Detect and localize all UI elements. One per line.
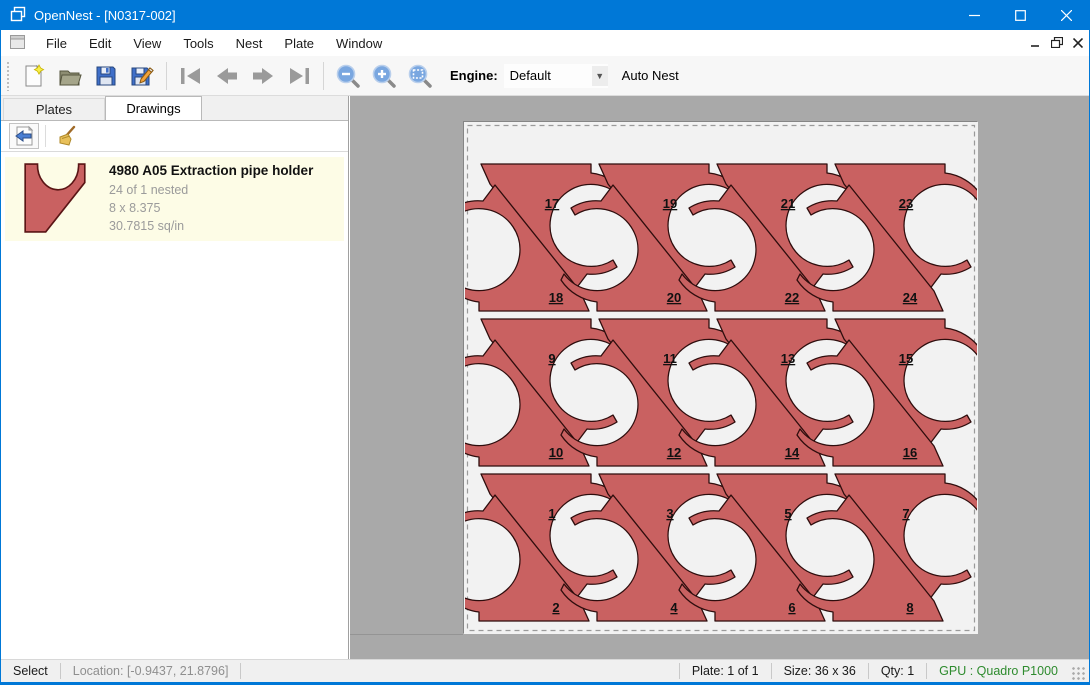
save-button[interactable] bbox=[88, 60, 124, 92]
save-as-button[interactable] bbox=[124, 60, 160, 92]
part-number-label: 19 bbox=[663, 196, 677, 211]
status-mode: Select bbox=[1, 664, 60, 678]
chevron-down-icon[interactable]: ▼ bbox=[592, 66, 608, 86]
part-area: 30.7815 sq/in bbox=[109, 217, 313, 235]
part-nested-count: 24 of 1 nested bbox=[109, 181, 313, 199]
plate-sheet[interactable]: 171819202122232491011121314151612345678 bbox=[463, 121, 977, 633]
mdi-minimize-button[interactable] bbox=[1031, 36, 1041, 51]
part-number-label: 15 bbox=[899, 351, 913, 366]
status-location: Location: [-0.9437, 21.8796] bbox=[61, 664, 241, 678]
maximize-button[interactable] bbox=[997, 0, 1043, 30]
part-thumbnail bbox=[17, 162, 95, 236]
part-number-label: 24 bbox=[903, 290, 918, 305]
side-panel: Plates Drawings bbox=[1, 96, 349, 659]
part-number-label: 13 bbox=[781, 351, 795, 366]
menu-nest[interactable]: Nest bbox=[225, 32, 274, 55]
part-number-label: 14 bbox=[785, 445, 800, 460]
part-number-label: 9 bbox=[548, 351, 555, 366]
part-number-label: 4 bbox=[670, 600, 678, 615]
part-number-label: 23 bbox=[899, 196, 913, 211]
first-plate-button[interactable] bbox=[173, 60, 209, 92]
drawings-panel: 4980 A05 Extraction pipe holder 24 of 1 … bbox=[1, 120, 348, 659]
app-window: OpenNest - [N0317-002] File Edit View To… bbox=[0, 0, 1090, 685]
menu-bar: File Edit View Tools Nest Plate Window bbox=[1, 30, 1089, 56]
app-icon bbox=[10, 6, 26, 25]
zoom-out-button[interactable] bbox=[330, 60, 366, 92]
drawings-toolbar bbox=[1, 121, 348, 152]
tab-drawings[interactable]: Drawings bbox=[105, 96, 202, 120]
part-number-label: 7 bbox=[902, 506, 909, 521]
menu-window[interactable]: Window bbox=[325, 32, 393, 55]
status-bar: Select Location: [-0.9437, 21.8796] Plat… bbox=[1, 659, 1089, 682]
part-size: 8 x 8.375 bbox=[109, 199, 313, 217]
auto-nest-button[interactable]: Auto Nest bbox=[622, 68, 679, 83]
engine-select[interactable]: Default ▼ bbox=[504, 64, 608, 88]
bed-boundary-line bbox=[350, 634, 463, 635]
next-plate-button[interactable] bbox=[245, 60, 281, 92]
status-plate: Plate: 1 of 1 bbox=[680, 664, 771, 678]
plate-svg: 171819202122232491011121314151612345678 bbox=[464, 122, 978, 634]
panel-tabstrip: Plates Drawings bbox=[1, 96, 348, 120]
send-back-to-drawings-button[interactable] bbox=[9, 123, 39, 149]
part-number-label: 8 bbox=[906, 600, 913, 615]
tab-plates[interactable]: Plates bbox=[3, 98, 105, 120]
part-number-label: 10 bbox=[549, 445, 563, 460]
status-qty: Qty: 1 bbox=[869, 664, 926, 678]
clear-drawings-button[interactable] bbox=[52, 123, 82, 149]
part-title: 4980 A05 Extraction pipe holder bbox=[109, 163, 313, 178]
part-number-label: 17 bbox=[545, 196, 559, 211]
previous-plate-button[interactable] bbox=[209, 60, 245, 92]
menu-file[interactable]: File bbox=[35, 32, 78, 55]
menu-tools[interactable]: Tools bbox=[172, 32, 224, 55]
engine-label: Engine: bbox=[450, 68, 498, 83]
new-file-button[interactable] bbox=[16, 60, 52, 92]
window-title: OpenNest - [N0317-002] bbox=[34, 8, 176, 23]
zoom-fit-button[interactable] bbox=[402, 60, 438, 92]
nest-canvas[interactable]: 171819202122232491011121314151612345678 bbox=[350, 96, 1089, 659]
part-number-label: 22 bbox=[785, 290, 799, 305]
last-plate-button[interactable] bbox=[281, 60, 317, 92]
open-file-button[interactable] bbox=[52, 60, 88, 92]
minimize-button[interactable] bbox=[951, 0, 997, 30]
part-number-label: 21 bbox=[781, 196, 795, 211]
panel-toolbar-separator bbox=[45, 125, 46, 147]
part-number-label: 6 bbox=[788, 600, 795, 615]
menu-edit[interactable]: Edit bbox=[78, 32, 122, 55]
status-size: Size: 36 x 36 bbox=[772, 664, 868, 678]
toolbar-grip bbox=[6, 61, 10, 91]
mdi-document-icon[interactable] bbox=[10, 35, 25, 52]
part-number-label: 20 bbox=[667, 290, 681, 305]
menu-view[interactable]: View bbox=[122, 32, 172, 55]
toolbar-separator bbox=[166, 62, 167, 90]
part-number-label: 16 bbox=[903, 445, 917, 460]
part-number-label: 12 bbox=[667, 445, 681, 460]
status-gpu: GPU : Quadro P1000 bbox=[927, 664, 1070, 678]
part-number-label: 18 bbox=[549, 290, 563, 305]
main-toolbar: Engine: Default ▼ Auto Nest bbox=[1, 56, 1089, 96]
mdi-restore-button[interactable] bbox=[1051, 36, 1063, 51]
menu-plate[interactable]: Plate bbox=[273, 32, 325, 55]
part-number-label: 3 bbox=[666, 506, 673, 521]
mdi-close-button[interactable] bbox=[1073, 36, 1083, 51]
close-button[interactable] bbox=[1043, 0, 1089, 30]
resize-grip[interactable] bbox=[1072, 667, 1086, 681]
drawing-list-item[interactable]: 4980 A05 Extraction pipe holder 24 of 1 … bbox=[5, 157, 344, 241]
part-number-label: 11 bbox=[663, 351, 677, 366]
part-number-label: 2 bbox=[552, 600, 559, 615]
title-bar: OpenNest - [N0317-002] bbox=[1, 0, 1089, 30]
toolbar-separator bbox=[323, 62, 324, 90]
part-number-label: 5 bbox=[784, 506, 791, 521]
engine-value: Default bbox=[510, 68, 551, 83]
zoom-in-button[interactable] bbox=[366, 60, 402, 92]
part-number-label: 1 bbox=[548, 506, 555, 521]
